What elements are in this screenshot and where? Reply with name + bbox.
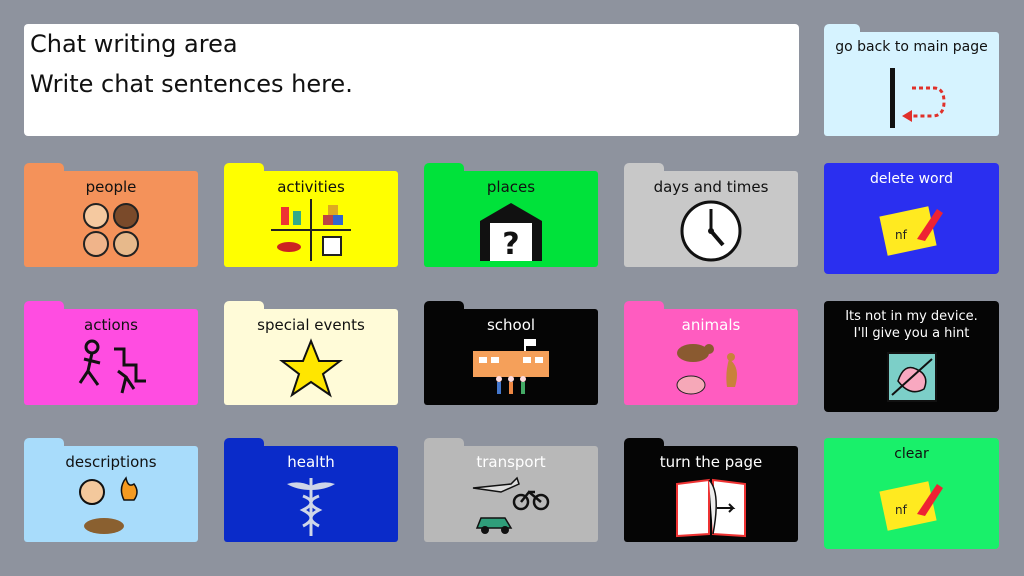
folder-label: animals [681, 316, 741, 334]
folder-label: days and times [653, 178, 769, 196]
folder-actions[interactable]: actions [24, 301, 198, 405]
folder-label: descriptions [65, 453, 157, 471]
folder-people[interactable]: people [24, 163, 198, 267]
folder-days-and-times[interactable]: days and times [624, 163, 798, 267]
star-icon [279, 338, 343, 398]
chat-title: Chat writing area [30, 30, 238, 58]
folder-label: activities [277, 178, 345, 196]
folder-school[interactable]: school [424, 301, 598, 405]
svg-text:nf: nf [895, 503, 908, 517]
places-icon: ? [480, 203, 542, 262]
clock-icon [680, 200, 742, 262]
folder-label: actions [84, 316, 138, 334]
hint-label-line2: I'll give you a hint [853, 326, 970, 341]
folder-label: special events [257, 316, 365, 334]
erase-all-icon: nf [878, 481, 943, 531]
hint-label-line1: Its not in my device. [845, 309, 978, 324]
chat-writing-area[interactable]: Chat writing area Write chat sentences h… [24, 24, 799, 136]
hint-button[interactable]: Its not in my device. I'll give you a hi… [824, 301, 999, 412]
back-label: go back to main page [835, 39, 988, 55]
transport-icon [472, 476, 550, 534]
folder-label: school [486, 316, 536, 334]
folder-label: turn the page [659, 453, 763, 471]
back-arrow-icon [889, 68, 946, 128]
erase-word-icon: nf [878, 206, 943, 256]
folder-label: transport [476, 453, 546, 471]
clear-label: clear [894, 446, 929, 462]
actions-icon [78, 339, 146, 394]
clear-button[interactable]: clear nf [824, 438, 999, 549]
folder-special-events[interactable]: special events [224, 301, 398, 405]
school-icon [473, 339, 549, 394]
folder-label: health [287, 453, 335, 471]
folder-health[interactable]: health [224, 438, 398, 542]
folder-transport[interactable]: transport [424, 438, 598, 542]
people-icon [83, 203, 139, 257]
hint-icon [886, 352, 937, 402]
chat-placeholder: Write chat sentences here. [30, 70, 353, 98]
descriptions-icon [79, 476, 138, 534]
folder-places[interactable]: places ? [424, 163, 598, 267]
folder-descriptions[interactable]: descriptions [24, 438, 198, 542]
folder-animals[interactable]: animals [624, 301, 798, 405]
delete-word-button[interactable]: delete word nf [824, 163, 999, 274]
caduceus-icon [287, 478, 335, 536]
folder-label: people [85, 178, 137, 196]
back-to-main-button[interactable]: go back to main page [824, 24, 999, 136]
folder-activities[interactable]: activities [224, 163, 398, 267]
folder-turn-the-page[interactable]: turn the page [624, 438, 798, 542]
svg-text:nf: nf [895, 228, 908, 242]
animals-icon [676, 344, 737, 395]
book-icon [676, 478, 746, 538]
folder-label: places [486, 178, 536, 196]
delete-word-label: delete word [870, 171, 953, 187]
activities-icon [271, 199, 351, 261]
svg-text:?: ? [502, 227, 519, 262]
